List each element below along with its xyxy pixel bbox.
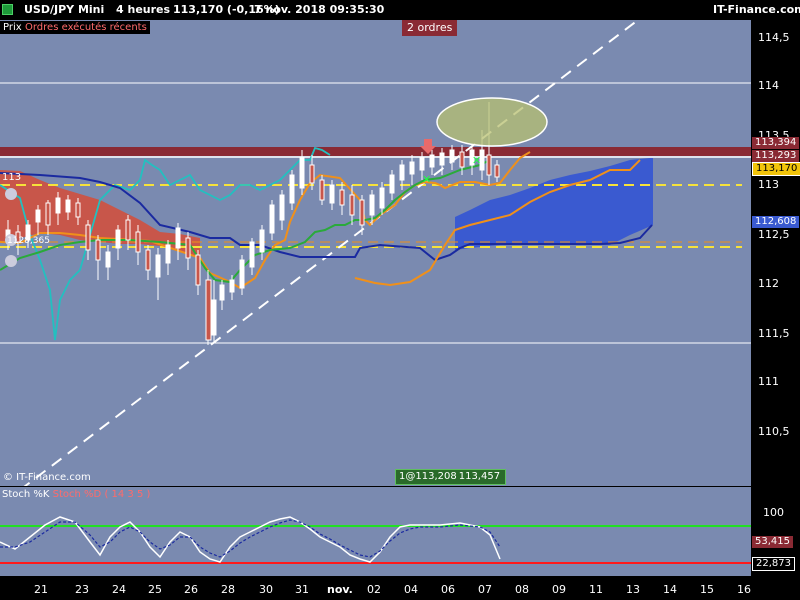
x-tick: 02 — [367, 583, 381, 596]
left-small-label: 1128,365 — [7, 236, 50, 246]
x-tick: 04 — [404, 583, 418, 596]
x-tick: 11 — [589, 583, 603, 596]
y-tick-112: 112 — [758, 277, 779, 290]
order-quantity: 1@113,208 — [399, 471, 457, 482]
stoch-level-100: 100 — [763, 506, 784, 519]
x-tick: 24 — [112, 583, 126, 596]
stochastic-title: Stoch %K Stoch %D ( 14 3 5 ) — [2, 489, 150, 500]
x-tick: 26 — [184, 583, 198, 596]
cross-marker-icon: ✕ — [472, 154, 481, 167]
instrument-name: USD/JPY Mini — [24, 3, 105, 16]
x-tick: 23 — [75, 583, 89, 596]
x-tick: 16 — [737, 583, 751, 596]
stoch-k-value: 22,873 — [752, 557, 795, 571]
price-chart-svg: ✕ ✕ — [0, 20, 751, 486]
y-tick-111-5: 111,5 — [758, 327, 790, 340]
x-tick: 15 — [700, 583, 714, 596]
price-tag-last: 113,170 — [752, 162, 800, 176]
x-tick: 14 — [663, 583, 677, 596]
x-tick: 09 — [552, 583, 566, 596]
stoch-d-value: 53,415 — [752, 536, 793, 548]
x-tick: 21 — [34, 583, 48, 596]
site-name: IT-Finance.com — [713, 3, 800, 16]
quote-datetime: 7 nov. 2018 09:35:30 — [254, 3, 385, 16]
alert-marker-icon[interactable] — [5, 255, 17, 267]
order-target: 113,457 — [458, 471, 501, 482]
y-tick-114: 114 — [758, 79, 779, 92]
y-tick-111: 111 — [758, 375, 779, 388]
stoch-d-label: Stoch %D ( 14 3 5 ) — [52, 489, 151, 500]
price-band-upper — [0, 147, 751, 156]
price-tag-upper: 113,394 — [752, 137, 800, 149]
alert-marker-icon[interactable] — [5, 188, 17, 200]
tab-price[interactable]: Prix — [0, 21, 25, 34]
highlight-ellipse — [436, 97, 548, 147]
trend-line — [23, 20, 639, 486]
stoch-k-label: Stoch %K — [2, 489, 50, 500]
price-axis[interactable] — [751, 20, 800, 576]
x-tick: 07 — [478, 583, 492, 596]
orders-badge[interactable]: 2 ordres — [402, 20, 458, 36]
price-tag-mid: 113,293 — [752, 150, 800, 162]
status-indicator-icon — [2, 4, 13, 15]
x-tick: 06 — [441, 583, 455, 596]
y-tick-114-5: 114,5 — [758, 31, 790, 44]
cross-marker-icon: ✕ — [422, 173, 431, 186]
x-tick: 28 — [221, 583, 235, 596]
y-tick-112-5: 112,5 — [758, 228, 790, 241]
x-tick: 31 — [295, 583, 309, 596]
timeframe: 4 heures — [116, 3, 171, 16]
price-tag-cloud: 112,608 — [752, 216, 800, 228]
y-tick-113: 113 — [758, 178, 779, 191]
chart-header: USD/JPY Mini 4 heures 113,170 (-0,16%) 7… — [0, 0, 800, 20]
kumo-cloud-blue — [455, 158, 653, 250]
x-tick: 08 — [515, 583, 529, 596]
price-chart-panel[interactable]: ✕ ✕ — [0, 20, 751, 486]
x-tick: 25 — [148, 583, 162, 596]
x-tick-month: nov. — [327, 583, 353, 596]
order-box[interactable]: 1@113,208 113,457 — [395, 469, 507, 485]
left-level-label: 113 — [2, 172, 22, 183]
copyright: © IT-Finance.com — [3, 472, 91, 483]
stochastic-panel[interactable] — [0, 487, 751, 576]
stochastic-svg — [0, 516, 751, 564]
x-tick: 30 — [259, 583, 273, 596]
y-tick-110-5: 110,5 — [758, 425, 790, 438]
x-tick: 13 — [626, 583, 640, 596]
tab-recent-orders[interactable]: Ordres exécutés récents — [22, 21, 150, 34]
stoch-k-line — [0, 516, 501, 563]
